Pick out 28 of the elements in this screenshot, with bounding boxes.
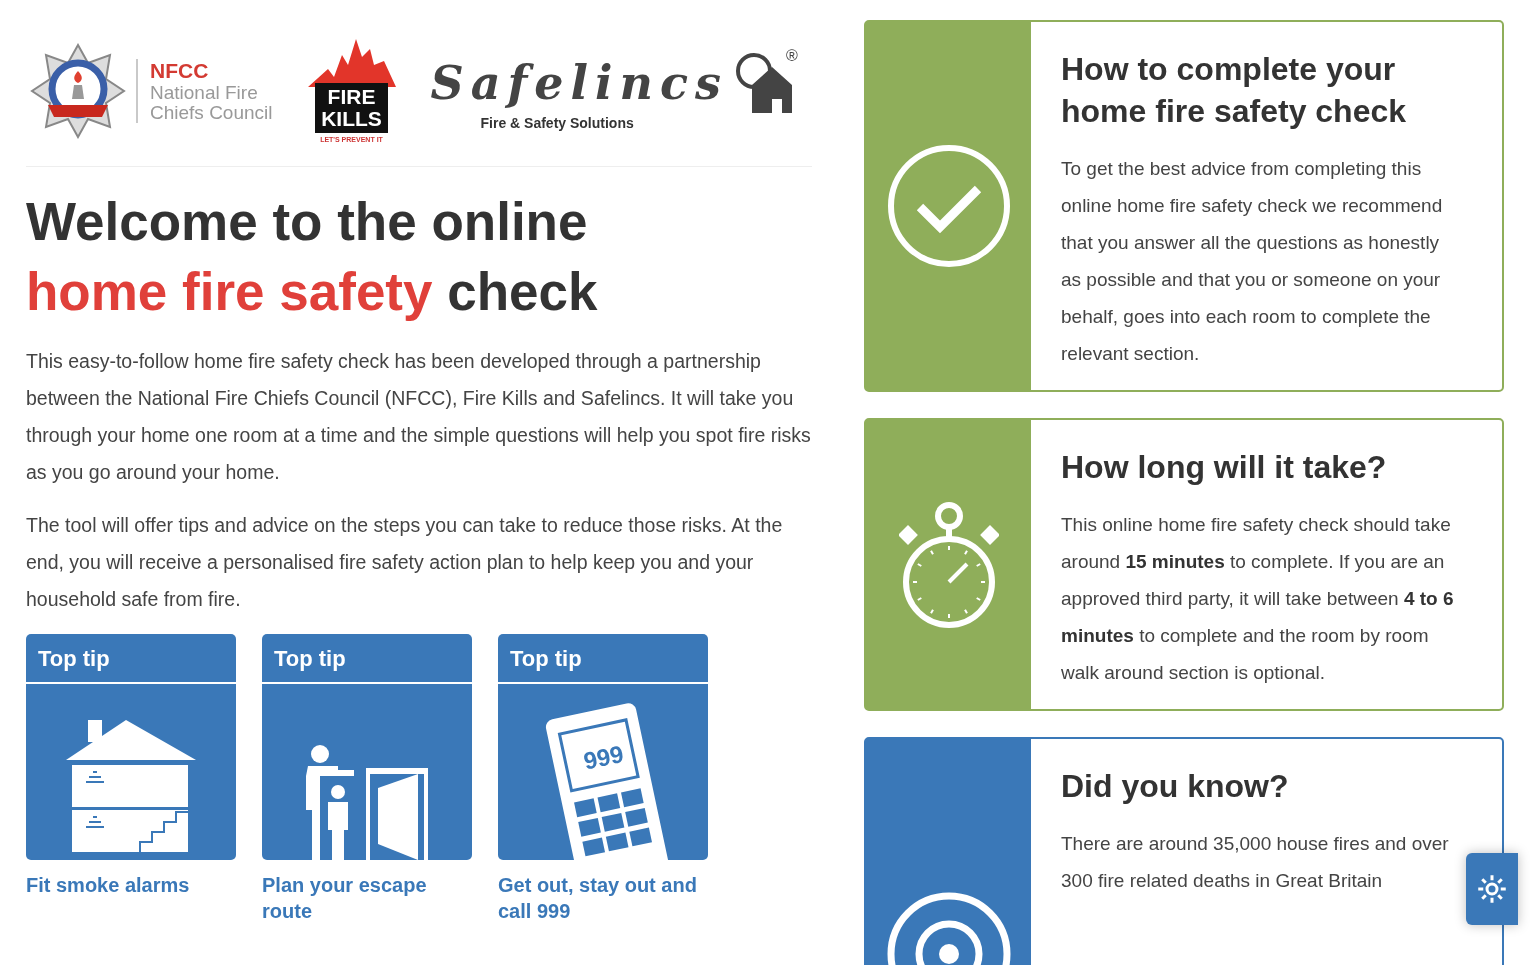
settings-icon <box>1477 874 1507 904</box>
fire-kills-logo: FIRE KILLS <box>315 83 388 133</box>
registered-mark: ® <box>786 47 798 65</box>
settings-button[interactable] <box>1466 853 1518 925</box>
stopwatch-icon <box>898 499 999 630</box>
tip-link[interactable]: Plan your escape route <box>262 872 472 924</box>
organisation-name: National Fire <box>150 83 259 103</box>
page-heading: Welcome to the online home fire safety check <box>26 191 599 323</box>
intro-paragraph: This easy-to-follow home fire safety check has been developed through a partnership between the National Fire Chiefs Council (NFCC), Fire Kills and Safelincs. It will take you through your home one room at a time and the simple questions will help you spot fire risks as you go around your home. <box>26 349 812 485</box>
tip-label: Top tip <box>262 634 472 684</box>
card-text: To get the best advice from completing this online home fire safety check we recommend that you answer all the questions as honestly as possible and that you or someone on your behalf, goes into each room to complete the relevant section. <box>1061 157 1444 366</box>
phone-screen-text: 999 <box>581 740 626 775</box>
card-title: How long will it take? <box>1061 448 1388 487</box>
card-text: This online home fire safety check should take around 15 minutes to complete. If you are an approved third party, it will take between 4 to 6 minutes to complete and the room by room walk around section is optional. <box>1061 513 1455 685</box>
checkmark-circle-icon <box>885 143 1012 269</box>
logo-tagline: Fire & Safety Solutions <box>480 115 635 131</box>
card-title: Did you know? <box>1061 767 1290 806</box>
card-text: There are around 35,000 house fires and over 300 fire related deaths in Great Britain <box>1061 832 1450 893</box>
tip-label: Top tip <box>498 634 708 684</box>
safelincs-wordmark: Safelincs <box>430 56 728 110</box>
organisation-name: Chiefs Council <box>150 103 273 123</box>
tip-label: Top tip <box>26 634 236 684</box>
nfcc-acronym: NFCC <box>150 59 210 83</box>
tip-link[interactable]: Fit smoke alarms <box>26 872 236 898</box>
star-badge-icon <box>30 43 126 139</box>
card-title: How to complete your home fire safety check <box>1061 50 1408 131</box>
intro-paragraph: The tool will offer tips and advice on the steps you can take to reduce those risks. At the end, you will receive a personalised fire safety action plan to help keep you and your household safe from fire. <box>26 513 784 612</box>
tip-link[interactable]: Get out, stay out and call 999 <box>498 872 708 924</box>
